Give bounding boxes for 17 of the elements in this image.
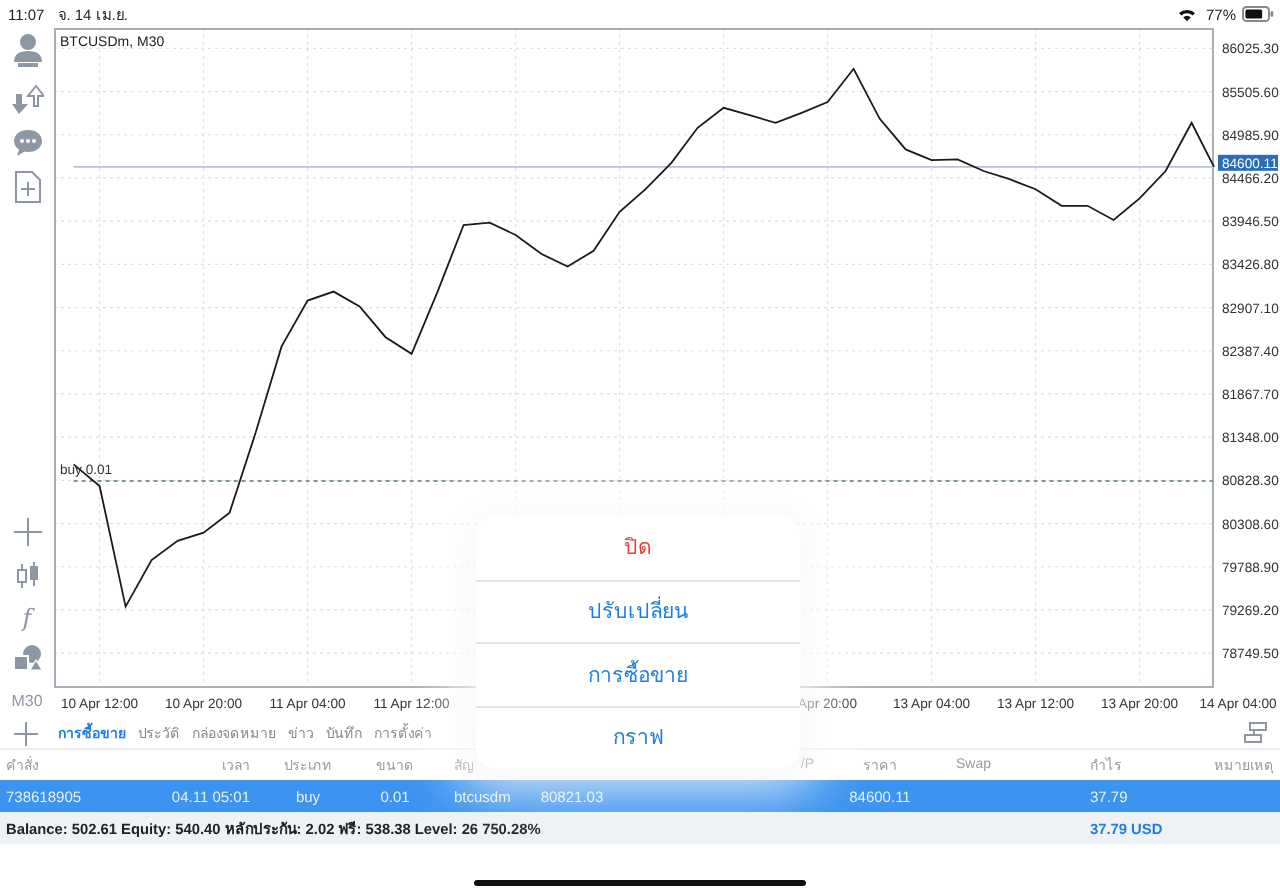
up-down-arrows-icon[interactable] (11, 80, 43, 116)
menu-item[interactable]: ปิด (476, 516, 800, 579)
wifi-icon (1177, 7, 1196, 21)
add-icon[interactable] (14, 721, 38, 745)
battery-icon (1242, 6, 1274, 22)
person-icon[interactable] (11, 32, 43, 68)
chat-icon[interactable] (11, 128, 43, 158)
crosshair-icon[interactable] (11, 516, 43, 548)
menu-item[interactable]: การซื้อขาย (476, 642, 800, 705)
add-document-icon[interactable] (13, 170, 41, 204)
shapes-icon[interactable] (11, 644, 43, 672)
candlestick-icon[interactable] (13, 560, 41, 592)
indicator-button[interactable]: f (22, 604, 32, 632)
layout-icon[interactable] (1244, 722, 1268, 744)
menu-item[interactable]: ปรับเปลี่ยน (476, 579, 800, 642)
menu-item[interactable]: กราฟ (476, 705, 800, 768)
timeframe-button[interactable]: M30 (11, 692, 43, 710)
